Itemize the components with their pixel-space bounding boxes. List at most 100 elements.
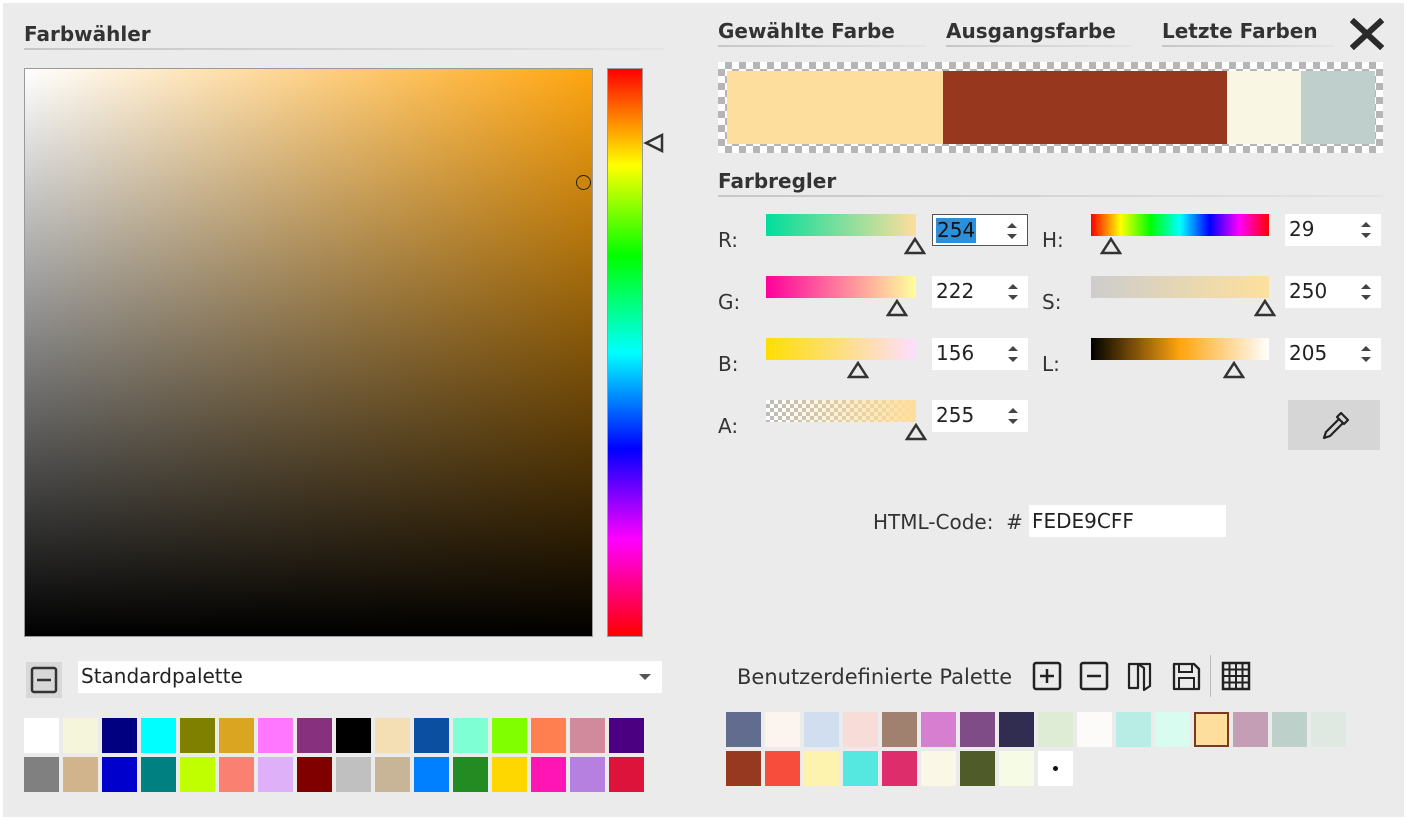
palette-swatch[interactable] [531, 757, 566, 792]
palette-swatch[interactable] [453, 718, 488, 753]
original-color-swatch[interactable] [943, 71, 1227, 144]
close-x-icon[interactable] [1350, 18, 1384, 50]
palette-swatch[interactable] [297, 757, 332, 792]
hue-slider-pointer[interactable] [643, 133, 665, 153]
palette-swatch[interactable] [297, 718, 332, 753]
recent-color-swatch[interactable] [1301, 71, 1375, 144]
l-value-input[interactable]: 205 [1285, 338, 1381, 370]
spin-arrows-icon[interactable] [1006, 344, 1020, 364]
palette-swatch[interactable] [492, 757, 527, 792]
palette-swatch[interactable] [141, 718, 176, 753]
save-icon[interactable] [1170, 660, 1202, 692]
slider-g-track[interactable] [766, 276, 916, 298]
html-code-input[interactable]: FEDE9CFF [1029, 505, 1226, 537]
palette-swatch[interactable] [609, 757, 644, 792]
custom-palette-swatch[interactable] [921, 751, 956, 786]
tab-recent-colors[interactable]: Letzte Farben [1162, 19, 1318, 43]
palette-swatch[interactable] [63, 757, 98, 792]
custom-palette-swatch[interactable] [1272, 712, 1307, 747]
saturation-value-area[interactable] [24, 68, 593, 637]
palette-swatch[interactable] [63, 718, 98, 753]
custom-palette-swatch[interactable] [765, 712, 800, 747]
palette-swatch[interactable] [102, 757, 137, 792]
palette-swatch[interactable] [570, 718, 605, 753]
spin-arrows-icon[interactable] [1006, 282, 1020, 302]
custom-palette-swatch[interactable] [1116, 712, 1151, 747]
palette-swatch[interactable] [609, 718, 644, 753]
custom-palette-swatch[interactable] [999, 751, 1034, 786]
slider-s-thumb[interactable] [1254, 299, 1277, 317]
palette-swatch[interactable] [219, 718, 254, 753]
palette-swatch[interactable] [258, 718, 293, 753]
custom-palette-swatch[interactable] [921, 712, 956, 747]
palette-swatch[interactable] [219, 757, 254, 792]
custom-palette-swatch[interactable] [1077, 712, 1112, 747]
eyedropper-button[interactable] [1288, 400, 1380, 450]
palette-swatch[interactable] [258, 757, 293, 792]
spin-arrows-icon[interactable] [1006, 406, 1020, 426]
spin-arrows-icon[interactable] [1005, 221, 1019, 241]
palette-swatch[interactable] [570, 757, 605, 792]
slider-r-thumb[interactable] [904, 237, 927, 255]
palette-select[interactable]: Standardpalette [78, 661, 662, 693]
grid-icon[interactable] [1220, 660, 1252, 692]
palette-swatch[interactable] [414, 757, 449, 792]
palette-swatch[interactable] [375, 757, 410, 792]
custom-palette-swatch[interactable] [804, 712, 839, 747]
palette-swatch[interactable] [141, 757, 176, 792]
custom-palette-swatch[interactable] [1233, 712, 1268, 747]
palette-swatch[interactable] [492, 718, 527, 753]
slider-r-track[interactable] [766, 214, 916, 236]
slider-s-track[interactable] [1091, 276, 1269, 298]
slider-h-thumb[interactable] [1100, 237, 1123, 255]
palette-swatch[interactable] [531, 718, 566, 753]
g-value-input[interactable]: 222 [932, 276, 1028, 308]
custom-palette-swatch[interactable] [726, 712, 761, 747]
slider-l-thumb[interactable] [1223, 361, 1246, 379]
collapse-palette-button[interactable] [26, 662, 62, 698]
palette-swatch[interactable] [24, 757, 59, 792]
palette-swatch[interactable] [24, 718, 59, 753]
palette-swatch[interactable] [414, 718, 449, 753]
custom-palette-swatch[interactable] [765, 751, 800, 786]
palette-swatch[interactable] [336, 718, 371, 753]
palette-swatch[interactable] [180, 757, 215, 792]
h-value-input[interactable]: 29 [1285, 214, 1381, 246]
add-icon[interactable] [1031, 660, 1063, 692]
custom-palette-swatch[interactable] [882, 751, 917, 786]
tab-selected-color[interactable]: Gewählte Farbe [718, 19, 895, 43]
custom-palette-swatch[interactable] [1038, 712, 1073, 747]
slider-a-track[interactable] [766, 400, 916, 422]
slider-h-track[interactable] [1091, 214, 1269, 236]
custom-palette-swatch[interactable] [960, 712, 995, 747]
tab-original-color[interactable]: Ausgangsfarbe [946, 19, 1116, 43]
spin-arrows-icon[interactable] [1359, 220, 1373, 240]
palette-swatch[interactable] [102, 718, 137, 753]
a-value-input[interactable]: 255 [932, 400, 1028, 432]
palette-swatch[interactable] [180, 718, 215, 753]
s-value-input[interactable]: 250 [1285, 276, 1381, 308]
palette-swatch[interactable] [375, 718, 410, 753]
hue-bar[interactable] [607, 68, 643, 637]
slider-g-thumb[interactable] [885, 299, 908, 317]
custom-palette-swatch[interactable] [726, 751, 761, 786]
slider-l-track[interactable] [1091, 338, 1269, 360]
b-value-input[interactable]: 156 [932, 338, 1028, 370]
custom-palette-swatch[interactable] [843, 712, 878, 747]
custom-palette-slot-empty[interactable] [1038, 751, 1073, 786]
remove-icon[interactable] [1078, 660, 1110, 692]
slider-a-thumb[interactable] [905, 423, 927, 441]
custom-palette-swatch[interactable] [882, 712, 917, 747]
custom-palette-swatch[interactable] [1194, 712, 1229, 747]
spin-arrows-icon[interactable] [1359, 282, 1373, 302]
custom-palette-swatch[interactable] [804, 751, 839, 786]
slider-b-thumb[interactable] [846, 361, 869, 379]
custom-palette-swatch[interactable] [999, 712, 1034, 747]
custom-palette-swatch[interactable] [843, 751, 878, 786]
custom-palette-swatch[interactable] [1311, 712, 1346, 747]
palette-swatch[interactable] [453, 757, 488, 792]
slider-b-track[interactable] [766, 338, 916, 360]
spin-arrows-icon[interactable] [1359, 344, 1373, 364]
palette-swatch[interactable] [336, 757, 371, 792]
sv-picker-marker[interactable] [576, 175, 591, 190]
